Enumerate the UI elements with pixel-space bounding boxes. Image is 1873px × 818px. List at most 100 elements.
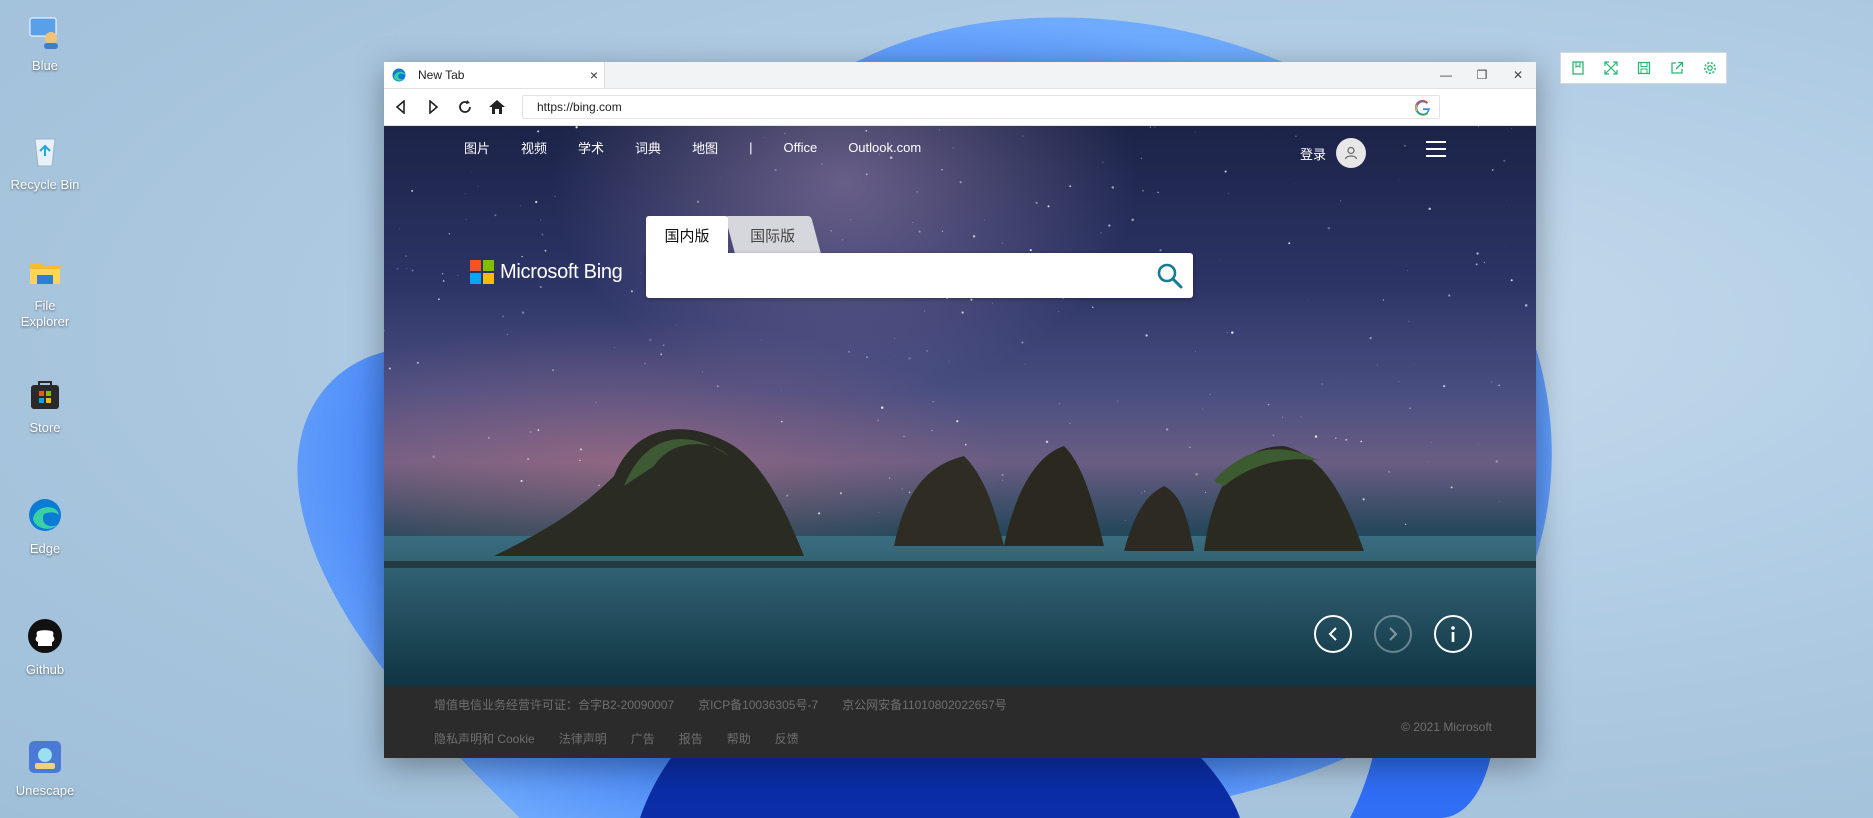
tab-domestic-label: 国内版 [664,227,710,245]
star [540,219,542,221]
desktop-icon-unescape[interactable]: Unescape [10,739,80,799]
star [1382,299,1384,301]
google-icon[interactable] [1415,100,1431,116]
search-icon[interactable] [1155,261,1185,291]
share-icon[interactable] [1668,59,1686,77]
star [923,310,926,312]
minimize-button[interactable]: — [1428,62,1464,88]
star [1295,135,1297,138]
star [1398,179,1400,181]
star [437,298,440,301]
bookmark-icon[interactable] [1569,59,1587,77]
save-icon[interactable] [1635,59,1653,77]
star [916,191,918,193]
star [1159,249,1162,252]
star [941,168,943,171]
star [784,133,786,135]
edge-favicon-icon [392,68,406,82]
desktop-icon-recycle-bin[interactable]: Recycle Bin [10,133,80,193]
star [465,218,467,220]
desktop-icon-label: Recycle Bin [10,177,80,192]
title-bar: New Tab × — ❐ ✕ [384,62,1536,89]
address-bar[interactable]: https://bing.com [522,95,1440,119]
window-controls: — ❐ ✕ [1428,62,1536,88]
star [848,351,850,353]
star [406,268,407,270]
nav-item-office[interactable]: Office [783,140,817,155]
forward-button[interactable] [418,92,448,122]
back-button[interactable] [386,92,416,122]
star [952,147,954,149]
sea-rocks-scenery [384,429,1536,686]
bing-logo-text: Microsoft Bing [500,260,623,283]
footer-link-privacy[interactable]: 隐私声明和 Cookie [434,730,535,747]
tab-close-icon[interactable]: × [584,67,604,83]
star [464,193,466,195]
previous-image-button[interactable] [1314,615,1352,653]
footer-link-legal[interactable]: 法律声明 [559,730,607,747]
nav-item-outlook[interactable]: Outlook.com [848,140,921,155]
star [1339,200,1341,202]
footer-link-report[interactable]: 报告 [679,730,703,747]
search-input[interactable] [646,253,1142,298]
nav-item-images[interactable]: 图片 [464,138,490,157]
expand-icon[interactable] [1602,59,1620,77]
star [1288,242,1291,245]
browser-tab[interactable]: New Tab × [384,62,605,88]
star [849,219,852,221]
star [539,285,542,289]
footer-license-2[interactable]: 京ICP备10036305号-7 [698,696,818,713]
star [675,324,677,326]
info-icon [1451,626,1455,642]
footer-link-feedback[interactable]: 反馈 [775,730,799,747]
star [1413,364,1415,365]
star [501,315,504,318]
desktop-icon-github[interactable]: Github [10,618,80,678]
desktop-icon-blue[interactable]: Blue [10,14,80,74]
search-box [646,253,1193,298]
nav-item-maps[interactable]: 地图 [692,138,718,157]
star [562,376,564,378]
star [544,249,547,252]
desktop-icon-edge[interactable]: Edge [10,497,80,557]
star [521,311,525,314]
footer-link-ads[interactable]: 广告 [631,730,655,747]
page-viewport: 图片 视频 学术 词典 地图 | Office Outlook.com 登录 M… [384,126,1536,758]
desktop-icon-file-explorer[interactable]: File Explorer [10,254,80,330]
nav-item-dictionary[interactable]: 词典 [635,138,661,157]
home-button[interactable] [482,92,512,122]
settings-icon[interactable] [1701,59,1719,77]
star [399,228,400,230]
sign-in[interactable]: 登录 [1300,138,1366,168]
star [1157,191,1159,194]
tab-domestic[interactable]: 国内版 [646,216,728,254]
nav-item-videos[interactable]: 视频 [521,138,547,157]
desktop-icon-label: File Explorer [20,298,70,329]
star [1047,205,1050,208]
reload-button[interactable] [450,92,480,122]
star [908,357,911,360]
close-button[interactable]: ✕ [1500,62,1536,88]
footer-link-help[interactable]: 帮助 [727,730,751,747]
image-info-button[interactable] [1434,615,1472,653]
star [865,129,868,132]
star [1327,226,1331,230]
restore-button[interactable]: ❐ [1464,62,1500,88]
desktop-icon-label: Edge [29,541,61,556]
menu-icon[interactable] [1426,141,1446,162]
user-icon [1344,146,1358,160]
star [494,214,497,217]
desktop-icon-store[interactable]: Store [10,376,80,436]
next-image-button[interactable] [1374,615,1412,653]
star [1524,304,1528,307]
tab-international[interactable]: 国际版 [724,216,822,254]
nav-item-academic[interactable]: 学术 [578,138,604,157]
star [442,273,444,275]
star [405,255,408,257]
star [1406,270,1408,272]
star [1477,126,1479,128]
footer-license-3[interactable]: 京公网安备11010802022657号 [842,696,1007,713]
star [575,126,578,129]
avatar[interactable] [1336,138,1366,168]
star [1102,161,1104,163]
